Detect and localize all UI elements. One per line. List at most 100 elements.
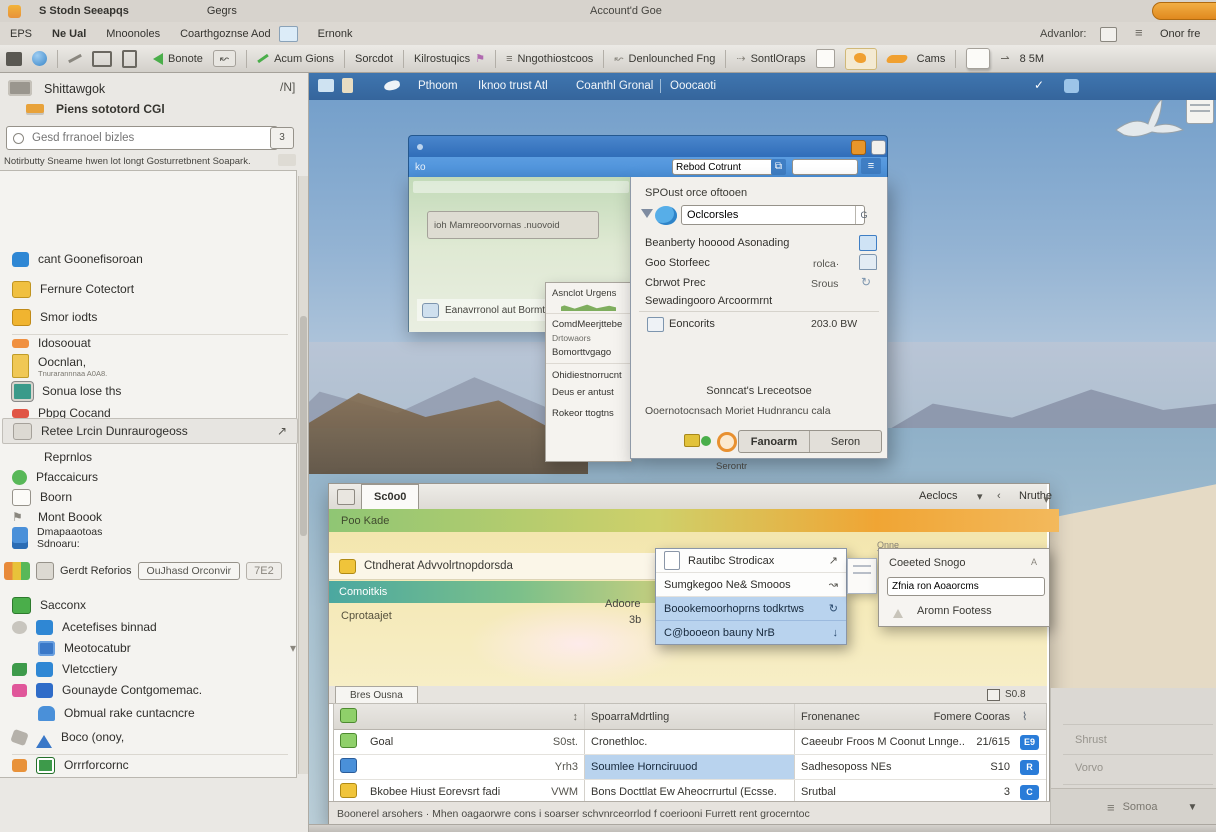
dialog-left-item[interactable]: Deus er antust [546, 383, 631, 402]
tablet-icon[interactable] [122, 50, 137, 68]
sidebar-item[interactable]: Acetefises binnad [12, 616, 288, 638]
sidebar-item[interactable]: Boorn [12, 486, 288, 508]
sidebar-item[interactable]: Obmual rake cuntacncre [12, 702, 314, 724]
sidebar-item[interactable]: Orrrforcornc [12, 754, 288, 776]
panel-input[interactable] [887, 577, 1045, 596]
dialog-left-item[interactable]: Bomorttvgago [546, 345, 631, 363]
menu-item-selected[interactable]: Boookemoorhoprns todkrtws ↻ [656, 597, 846, 621]
table-row[interactable]: Goal S0st. Cronethloc. Caeeubr Froos M C… [334, 730, 1046, 755]
dialog-row-label[interactable]: Eoncorits [669, 318, 897, 334]
check-icon[interactable]: ✓ [1034, 78, 1044, 92]
dialog-menu-icon[interactable]: ≡ [861, 158, 881, 174]
monitor-icon[interactable] [92, 51, 112, 67]
nngo-button[interactable]: ≡Nngothiostcoos [506, 53, 593, 65]
raised-window-button[interactable] [966, 48, 990, 69]
action-badge-button[interactable]: 7E2 [246, 562, 282, 580]
sidebar-item[interactable]: Sacconx [12, 594, 288, 616]
denlo-button[interactable]: ↜Denlounched Fng [614, 52, 715, 65]
globe-orb-icon[interactable] [32, 51, 47, 66]
tabbar-action[interactable]: Aeclocs [919, 490, 958, 502]
sidebar-item-selected[interactable]: Retee Lrcin Dunraurogeoss ↗ [2, 418, 298, 444]
combo-dropdown-button[interactable]: G [855, 206, 872, 224]
mail-icon[interactable] [859, 235, 877, 251]
dialog-min-icon[interactable] [871, 140, 886, 155]
swatch-box[interactable] [816, 49, 835, 68]
scrollbar-thumb[interactable] [300, 316, 307, 536]
dialog-row-label[interactable]: Beanberty hooood Asonading [645, 237, 873, 253]
side-list-item[interactable]: Shrust [1075, 734, 1107, 746]
orange-swoosh-icon[interactable] [885, 55, 909, 63]
dialog-left-item[interactable]: Drtowaors [546, 331, 631, 345]
kilro-button[interactable]: Kilrostuqics⚑ [414, 52, 485, 65]
menu-item[interactable]: Mnoonoles [106, 28, 160, 40]
menu-item[interactable]: EPS [10, 28, 32, 40]
sidebar-item[interactable]: Vletcctiery [12, 658, 288, 680]
dialog-row-label[interactable]: Sewadingooro Arcoormrnt [645, 295, 873, 311]
notification-pill[interactable] [1152, 2, 1216, 20]
disk-icon[interactable] [36, 562, 54, 580]
desktop-menu-item[interactable]: Ooocaoti [670, 80, 716, 92]
dialog-titlebar[interactable] [408, 135, 888, 158]
sidebar-item[interactable]: Meotocatubr▾ [12, 637, 314, 659]
menu-app-name[interactable]: S Stodn Seeapqs [39, 5, 129, 17]
bonote-button[interactable]: Bonote [147, 53, 203, 65]
app-tray-icon[interactable] [1064, 79, 1079, 93]
sidebar-item[interactable]: Gounayde Contgomemac. [12, 679, 288, 701]
sort-icon[interactable]: ↕ [534, 711, 584, 723]
sidebar-item[interactable]: Pfaccaicurs [12, 466, 288, 488]
inline-grid-icon[interactable] [279, 26, 298, 42]
sidebar-item[interactable]: Sonua lose ths [12, 380, 288, 402]
sontl-button[interactable]: ⇢SontlOraps [736, 52, 805, 65]
heading-row[interactable]: Ctndherat Advvolrtnopdorsda [329, 553, 671, 580]
desktop-menu-item[interactable]: Pthoom [418, 80, 458, 92]
preview-box[interactable]: ioh Mamreoorvornas .nuovoid [427, 211, 599, 239]
dialog-alert-icon[interactable] [851, 140, 866, 155]
action-button[interactable]: Gerdt Reforios [60, 565, 132, 577]
harpoon-icon[interactable]: ⇀ [1000, 52, 1009, 65]
brush-icon[interactable] [68, 54, 82, 63]
search-box[interactable] [6, 126, 278, 150]
menu-item[interactable]: Gegrs [207, 5, 237, 17]
printer-icon[interactable] [859, 254, 877, 270]
sidebar-item[interactable]: Boco (onoy, [12, 726, 288, 755]
dialog-search-input[interactable] [672, 159, 774, 175]
header-col-a[interactable]: SpoarraMdrtling [584, 704, 794, 729]
filter-icon[interactable]: ▼ [1187, 802, 1197, 813]
more-button[interactable]: Somoa [1123, 801, 1158, 813]
sidebar-item[interactable]: Smor iodts [12, 306, 288, 335]
panel-link[interactable]: Aromn Footess [917, 605, 992, 617]
menu-item-selected[interactable]: C@booeon bauny NrB ↓ [656, 621, 846, 644]
dialog-combo-input[interactable] [681, 205, 865, 225]
cams-button[interactable]: Cams [917, 53, 946, 65]
menu-item[interactable]: Sumgkegoo Ne& Smooos ↝ [656, 573, 846, 597]
more-label[interactable]: Onor fre [1160, 28, 1200, 40]
undo-box-icon[interactable]: ↜ [213, 50, 236, 67]
menu-item[interactable]: Coarthgoznse Aod [180, 28, 271, 40]
table-header-row[interactable]: ↕ SpoarraMdrtling Fronenanec Fomere Coor… [334, 704, 1046, 730]
highlight-brush-button[interactable] [845, 48, 877, 70]
small-window-icon[interactable] [1100, 27, 1117, 42]
sidebar-item[interactable]: DmapaaotoasSdnoaru: [12, 524, 288, 552]
cancel-button[interactable]: Seron [810, 431, 881, 452]
table-tab[interactable]: Bres Ousna [335, 686, 418, 703]
caret-down-icon[interactable]: ▾ [977, 490, 983, 503]
menu-item-active[interactable]: Ne Ual [52, 28, 86, 40]
dialog-row-label[interactable]: Cbrwot Prec [645, 277, 873, 293]
new-note-label[interactable]: Piens sototord CGl [56, 102, 165, 116]
row-badge[interactable]: C [1016, 785, 1044, 800]
confirm-button[interactable]: Fanoarm [739, 431, 810, 452]
sidebar-item[interactable]: cant Goonefisoroan [12, 248, 288, 270]
row-badge[interactable]: R [1016, 760, 1044, 775]
row-badge[interactable]: E9 [1016, 735, 1044, 750]
side-list-item[interactable]: Vorvo [1075, 762, 1103, 774]
sidebar-item[interactable]: Reprnlos [12, 446, 320, 468]
sidebar-item[interactable]: Idosoouat [12, 332, 288, 354]
table-row[interactable]: Yrh3 Soumlee Hornciruuod Sadhesoposs NEs… [334, 755, 1046, 780]
acum-button[interactable]: Acum Gions [257, 53, 334, 65]
dialog-left-item[interactable]: ComdMeerjttebe [546, 313, 631, 331]
banner-chevron-icon[interactable]: ▾ [1043, 493, 1049, 506]
caret-left-icon[interactable]: ‹ [997, 490, 1001, 502]
sorcdot-button[interactable]: Sorcdot [355, 53, 393, 65]
dialog-secondary-box[interactable] [792, 159, 858, 175]
sidebar-item[interactable]: Fernure Cotectort [12, 278, 288, 300]
